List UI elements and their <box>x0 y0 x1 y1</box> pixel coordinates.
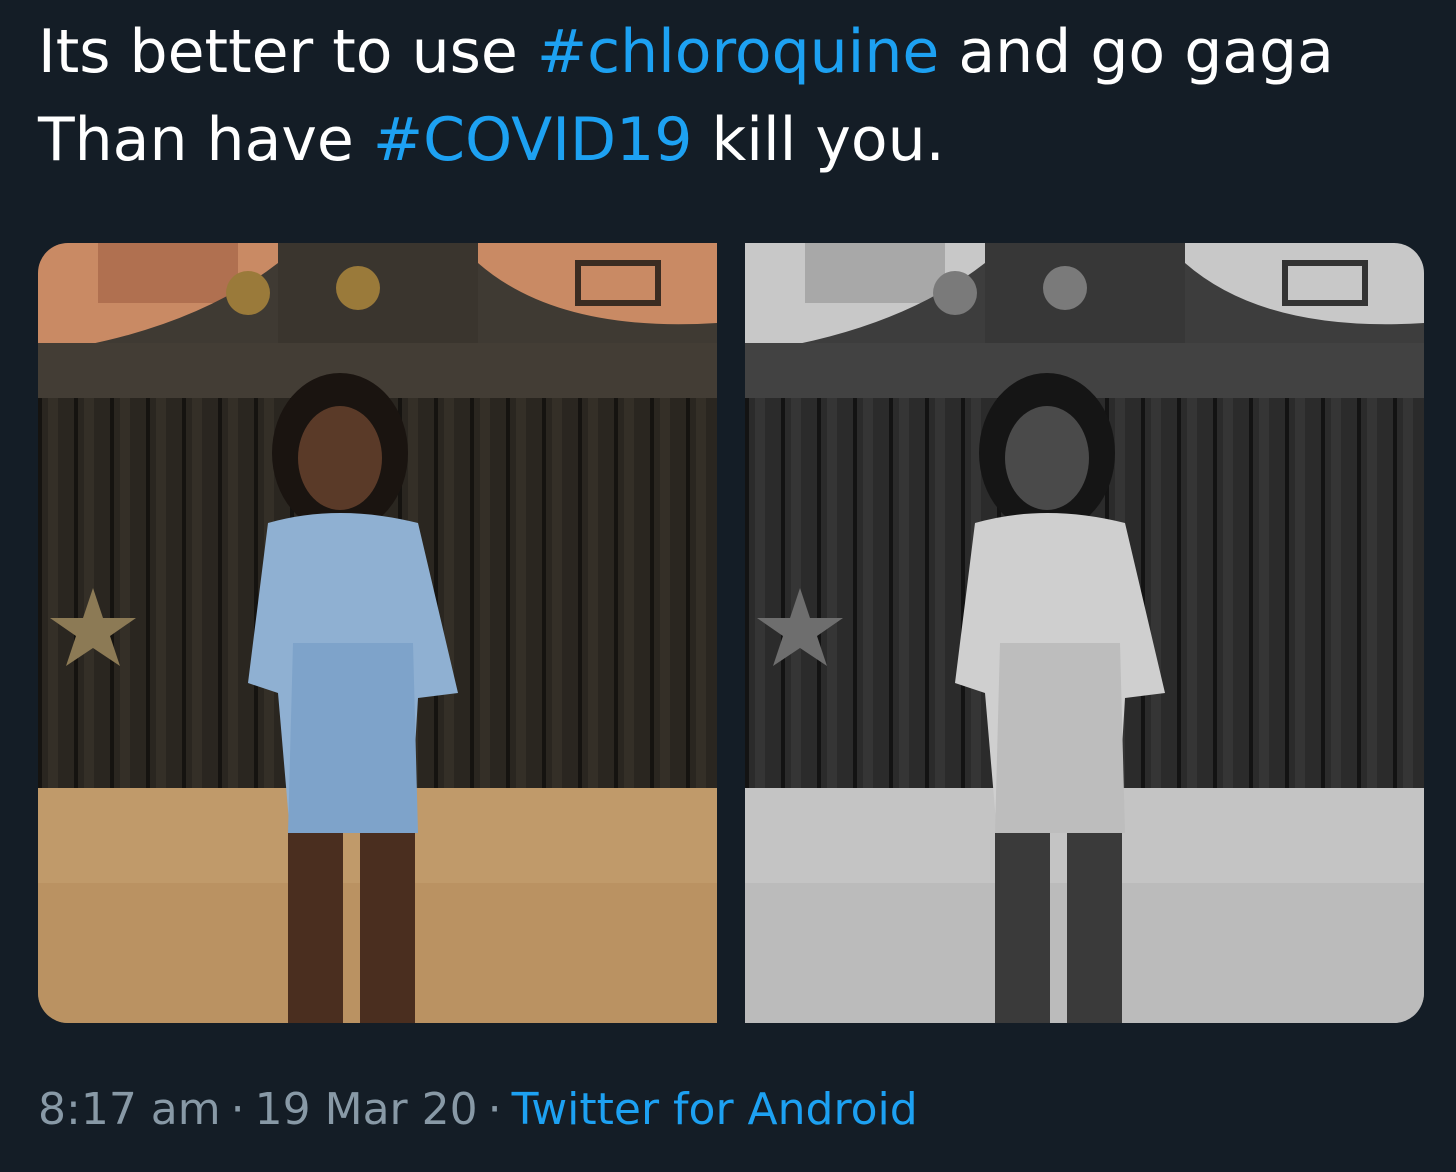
tweet-source-link[interactable]: Twitter for Android <box>512 1084 918 1135</box>
photo-color-image <box>38 243 717 1023</box>
tweet-time[interactable]: 8:17 am <box>38 1084 221 1135</box>
tweet-text-segment: Than have <box>38 105 373 175</box>
tweet-text-segment: kill you. <box>692 105 945 175</box>
tweet-text-segment: Its better to use <box>38 17 537 87</box>
hashtag-link-covid19[interactable]: #COVID19 <box>373 105 693 175</box>
tweet-photo-color[interactable] <box>38 243 717 1023</box>
media-grid <box>38 243 1424 1023</box>
tweet-photo-grayscale[interactable] <box>745 243 1424 1023</box>
meta-separator: · <box>230 1084 245 1135</box>
tweet-line-2: Than have #COVID19 kill you. <box>38 96 1428 184</box>
tweet-text: Its better to use #chloroquine and go ga… <box>38 8 1428 184</box>
hashtag-link-chloroquine[interactable]: #chloroquine <box>537 17 939 87</box>
tweet-line-1: Its better to use #chloroquine and go ga… <box>38 8 1428 96</box>
tweet-date[interactable]: 19 Mar 20 <box>255 1084 478 1135</box>
tweet-meta: 8:17 am · 19 Mar 20 · Twitter for Android <box>38 1080 918 1140</box>
tweet-card: Its better to use #chloroquine and go ga… <box>0 0 1456 1172</box>
meta-separator: · <box>487 1084 502 1135</box>
photo-grayscale-image <box>745 243 1424 1023</box>
tweet-text-segment: and go gaga <box>939 17 1334 87</box>
